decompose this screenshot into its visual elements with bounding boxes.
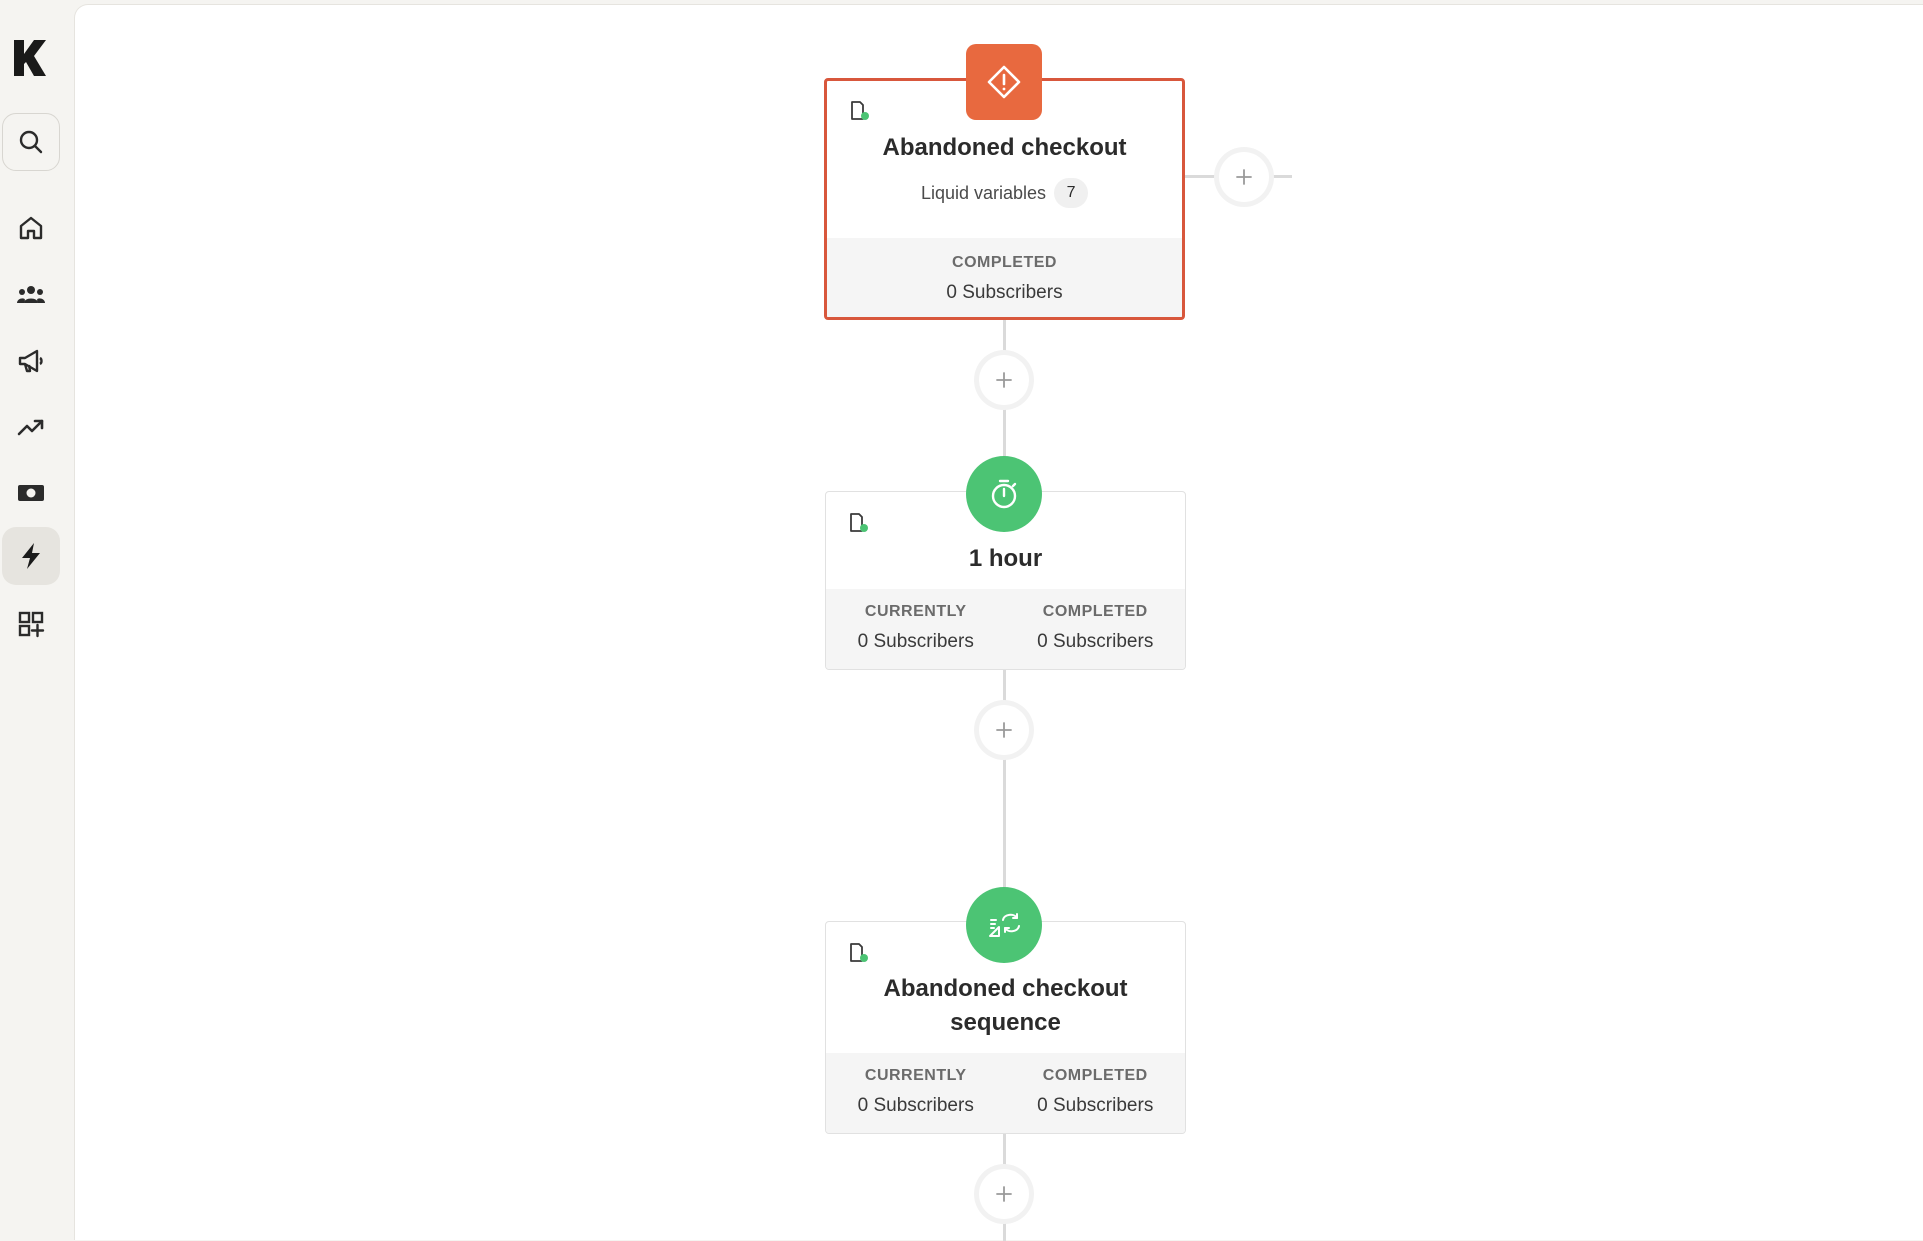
completed-stat: COMPLETED 0 Subscribers (1006, 1067, 1186, 1133)
completed-value: 0 Subscribers (1037, 1095, 1154, 1116)
status-doc-icon (850, 513, 868, 532)
sequence-title-line2: sequence (950, 1009, 1061, 1036)
nav-home[interactable] (2, 199, 60, 257)
nav-integrations[interactable] (2, 595, 60, 653)
plus-icon (996, 1186, 1012, 1202)
status-doc-icon (851, 101, 869, 120)
liquid-variables[interactable]: Liquid variables 7 (920, 178, 1089, 208)
currently-value: 0 Subscribers (857, 1095, 974, 1116)
nav-analytics[interactable] (2, 398, 60, 456)
apps-add-icon (18, 611, 45, 638)
timer-icon (991, 479, 1017, 509)
plus-icon (996, 722, 1012, 738)
trigger-stats: COMPLETED 0 Subscribers (827, 238, 1182, 317)
trigger-node-icon[interactable] (966, 44, 1042, 120)
sidebar (0, 0, 74, 1240)
nav-audience[interactable] (2, 266, 60, 324)
search-icon (19, 130, 43, 154)
users-icon (17, 286, 45, 303)
add-step-button[interactable] (979, 355, 1029, 405)
delay-title: 1 hour (968, 545, 1043, 572)
liquid-variables-label: Liquid variables (920, 182, 1047, 203)
nav-campaigns[interactable] (2, 332, 60, 390)
completed-value: 0 Subscribers (946, 282, 1063, 303)
sequence-node-icon[interactable] (966, 887, 1042, 963)
completed-label: COMPLETED (1042, 1067, 1148, 1084)
currently-label: CURRENTLY (864, 1067, 967, 1084)
trend-up-icon (17, 419, 44, 436)
currently-stat: CURRENTLY 0 Subscribers (826, 603, 1006, 669)
completed-stat: COMPLETED 0 Subscribers (1006, 603, 1186, 669)
search-button[interactable] (2, 113, 60, 171)
home-icon (19, 216, 43, 240)
sequence-stats: CURRENTLY 0 Subscribers COMPLETED 0 Subs… (826, 1053, 1186, 1133)
flow-canvas[interactable]: Abandoned checkout Liquid variables 7 CO… (74, 4, 1923, 1241)
completed-stat: COMPLETED 0 Subscribers (827, 254, 1182, 317)
trigger-diamond-icon (987, 65, 1021, 99)
plus-icon (996, 372, 1012, 388)
currently-stat: CURRENTLY 0 Subscribers (826, 1067, 1006, 1133)
completed-label: COMPLETED (952, 254, 1057, 271)
trigger-title: Abandoned checkout (882, 134, 1127, 161)
add-step-button[interactable] (979, 705, 1029, 755)
megaphone-icon (18, 349, 43, 373)
money-icon (18, 485, 44, 501)
sequence-title-line1: Abandoned checkout (883, 975, 1128, 1002)
status-doc-icon (850, 943, 868, 962)
plus-icon (1236, 169, 1252, 185)
lightning-icon (22, 543, 40, 569)
currently-label: CURRENTLY (864, 603, 967, 620)
nav-revenue[interactable] (2, 464, 60, 522)
currently-value: 0 Subscribers (857, 631, 974, 652)
add-step-button[interactable] (979, 1169, 1029, 1219)
klaviyo-logo[interactable] (12, 38, 48, 78)
nav-flows[interactable] (2, 527, 60, 585)
completed-label: COMPLETED (1042, 603, 1148, 620)
delay-stats: CURRENTLY 0 Subscribers COMPLETED 0 Subs… (826, 589, 1186, 669)
delay-node-icon[interactable] (966, 456, 1042, 532)
add-branch-button[interactable] (1219, 152, 1269, 202)
liquid-variables-count: 7 (1054, 178, 1089, 208)
email-sequence-icon (989, 913, 1020, 937)
completed-value: 0 Subscribers (1037, 631, 1154, 652)
